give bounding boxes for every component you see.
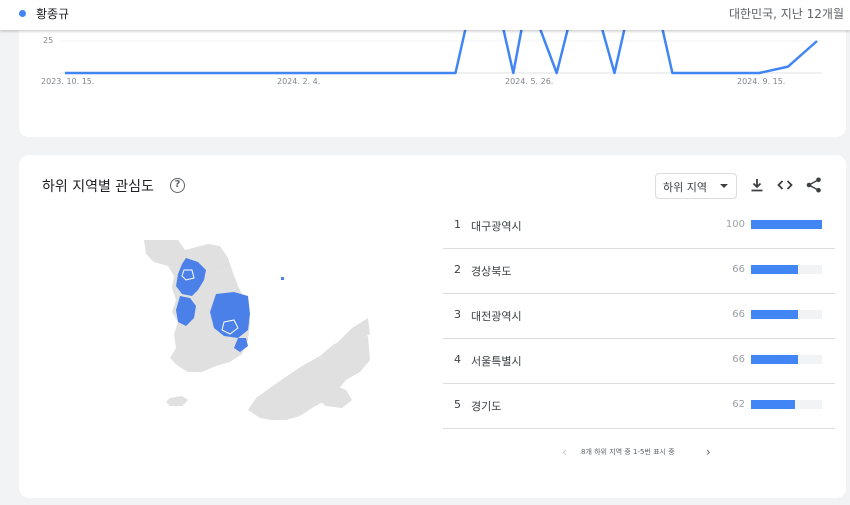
share-icon[interactable] [805, 176, 823, 194]
term-header-bar: 황종규 대한민국, 지난 12개월 [0, 0, 850, 30]
y-tick-25: 25 [43, 36, 54, 45]
download-icon[interactable] [748, 176, 766, 194]
caret-down-icon [720, 184, 728, 188]
region-seoul [181, 269, 195, 281]
interest-bar-track [751, 355, 822, 364]
interest-value: 66 [732, 264, 745, 275]
table-row[interactable]: 4 서울특별시 66 [443, 339, 835, 384]
interest-bar-fill [751, 220, 822, 229]
region-name: 서울특별시 [471, 355, 522, 368]
rank-number: 4 [454, 353, 461, 366]
rank-number: 1 [454, 218, 461, 231]
dropdown-label: 하위 지역 [663, 181, 707, 194]
x-tick-label: 2023. 10. 15. [41, 77, 95, 86]
interest-value: 66 [732, 309, 745, 320]
interest-value: 100 [725, 219, 745, 230]
interest-value: 62 [732, 399, 745, 410]
rank-number: 3 [454, 308, 461, 321]
map-japan-kyushu [248, 336, 370, 420]
term-color-dot [19, 10, 26, 17]
interest-bar-track [751, 310, 822, 319]
interest-bar-track [751, 400, 822, 409]
region-name: 대전광역시 [471, 310, 522, 323]
interest-bar-track [751, 265, 822, 274]
embed-code-icon[interactable] [776, 176, 794, 194]
rank-number: 2 [454, 263, 461, 276]
x-tick-label: 2024. 2. 4. [277, 77, 321, 86]
section-title: 하위 지역별 관심도 [42, 179, 154, 195]
help-circle-icon[interactable]: ? [170, 178, 185, 193]
subregion-ranking-list: 1 대구광역시 100 2 경상북도 66 3 대전광역시 66 4 서울특별시… [443, 204, 835, 429]
map-island-jeju [166, 396, 188, 406]
korea-region-map[interactable] [120, 230, 375, 425]
table-row[interactable]: 1 대구광역시 100 [443, 204, 835, 249]
rank-number: 5 [454, 398, 461, 411]
interest-value: 66 [732, 354, 745, 365]
interest-bar-track [751, 220, 822, 229]
search-term-label: 황종규 [36, 7, 70, 21]
chevron-right-icon[interactable]: › [706, 445, 711, 459]
interest-bar-fill [751, 265, 798, 274]
interest-bar-fill [751, 355, 798, 364]
pagination-status: 8개 하위 지역 중 1-5번 표시 중 [581, 448, 675, 456]
chevron-left-icon[interactable]: ‹ [562, 445, 567, 459]
region-dokdo [281, 277, 284, 280]
region-level-dropdown[interactable]: 하위 지역 [655, 173, 737, 199]
region-name: 경기도 [471, 400, 502, 413]
table-row[interactable]: 5 경기도 62 [443, 384, 835, 429]
x-tick-label: 2024. 5. 26. [505, 77, 554, 86]
interest-bar-fill [751, 400, 796, 409]
interest-bar-fill [751, 310, 798, 319]
region-period-label: 대한민국, 지난 12개월 [728, 7, 844, 21]
x-tick-label: 2024. 9. 15. [737, 77, 786, 86]
region-name: 경상북도 [471, 265, 512, 278]
region-name: 대구광역시 [471, 220, 522, 233]
table-row[interactable]: 2 경상북도 66 [443, 249, 835, 294]
pagination: ‹ 8개 하위 지역 중 1-5번 표시 중 › [558, 445, 728, 459]
table-row[interactable]: 3 대전광역시 66 [443, 294, 835, 339]
